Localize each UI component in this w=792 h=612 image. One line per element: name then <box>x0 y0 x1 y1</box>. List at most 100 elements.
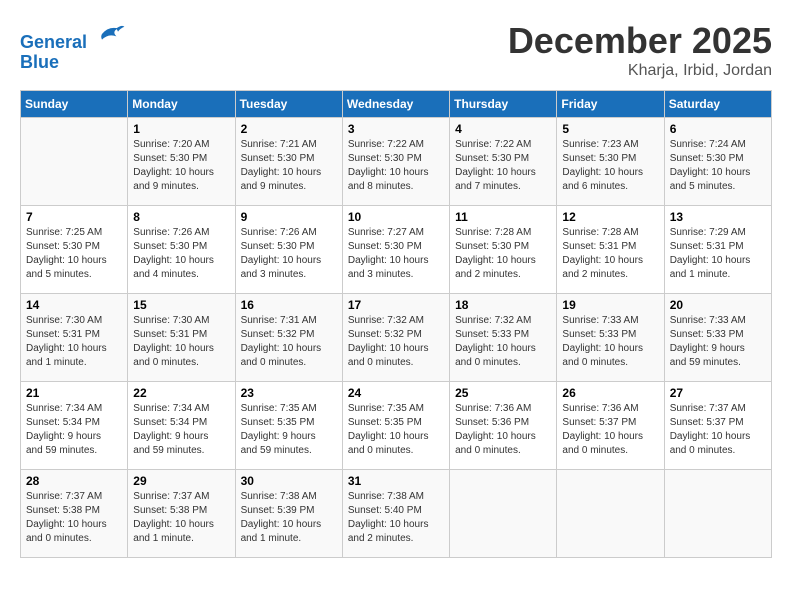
day-number: 14 <box>26 298 122 312</box>
day-info: Sunrise: 7:30 AM Sunset: 5:31 PM Dayligh… <box>26 314 122 370</box>
day-cell: 19 Sunrise: 7:33 AM Sunset: 5:33 PM Dayli… <box>557 294 664 382</box>
day-info: Sunrise: 7:27 AM Sunset: 5:30 PM Dayligh… <box>348 226 444 282</box>
col-header-friday: Friday <box>557 91 664 118</box>
calendar-header-row: SundayMondayTuesdayWednesdayThursdayFrid… <box>21 91 772 118</box>
week-row-1: 1 Sunrise: 7:20 AM Sunset: 5:30 PM Daylig… <box>21 118 772 206</box>
day-info: Sunrise: 7:32 AM Sunset: 5:32 PM Dayligh… <box>348 314 444 370</box>
day-cell: 18 Sunrise: 7:32 AM Sunset: 5:33 PM Dayli… <box>450 294 557 382</box>
logo-bird-icon <box>94 20 126 48</box>
day-number: 23 <box>241 386 337 400</box>
day-number: 8 <box>133 210 229 224</box>
day-cell <box>557 470 664 558</box>
day-number: 6 <box>670 122 766 136</box>
location-subtitle: Kharja, Irbid, Jordan <box>508 62 772 80</box>
day-number: 26 <box>562 386 658 400</box>
day-info: Sunrise: 7:35 AM Sunset: 5:35 PM Dayligh… <box>241 402 337 458</box>
day-cell: 5 Sunrise: 7:23 AM Sunset: 5:30 PM Daylig… <box>557 118 664 206</box>
day-cell: 11Sunrise: 7:28 AM Sunset: 5:30 PM Dayli… <box>450 206 557 294</box>
col-header-saturday: Saturday <box>664 91 771 118</box>
day-number: 19 <box>562 298 658 312</box>
day-number: 22 <box>133 386 229 400</box>
day-number: 4 <box>455 122 551 136</box>
col-header-sunday: Sunday <box>21 91 128 118</box>
day-cell: 27 Sunrise: 7:37 AM Sunset: 5:37 PM Dayli… <box>664 382 771 470</box>
day-cell: 7 Sunrise: 7:25 AM Sunset: 5:30 PM Daylig… <box>21 206 128 294</box>
day-number: 1 <box>133 122 229 136</box>
day-cell: 22Sunrise: 7:34 AM Sunset: 5:34 PM Dayli… <box>128 382 235 470</box>
day-info: Sunrise: 7:37 AM Sunset: 5:38 PM Dayligh… <box>26 490 122 546</box>
day-cell <box>664 470 771 558</box>
day-cell: 6 Sunrise: 7:24 AM Sunset: 5:30 PM Daylig… <box>664 118 771 206</box>
day-cell: 13Sunrise: 7:29 AM Sunset: 5:31 PM Dayli… <box>664 206 771 294</box>
day-info: Sunrise: 7:36 AM Sunset: 5:37 PM Dayligh… <box>562 402 658 458</box>
day-info: Sunrise: 7:32 AM Sunset: 5:33 PM Dayligh… <box>455 314 551 370</box>
day-info: Sunrise: 7:21 AM Sunset: 5:30 PM Dayligh… <box>241 138 337 194</box>
day-number: 2 <box>241 122 337 136</box>
day-cell: 24 Sunrise: 7:35 AM Sunset: 5:35 PM Dayli… <box>342 382 449 470</box>
day-number: 24 <box>348 386 444 400</box>
logo-general: General <box>20 32 87 52</box>
day-info: Sunrise: 7:25 AM Sunset: 5:30 PM Dayligh… <box>26 226 122 282</box>
day-info: Sunrise: 7:35 AM Sunset: 5:35 PM Dayligh… <box>348 402 444 458</box>
day-cell: 3 Sunrise: 7:22 AM Sunset: 5:30 PM Daylig… <box>342 118 449 206</box>
day-cell: 14 Sunrise: 7:30 AM Sunset: 5:31 PM Dayli… <box>21 294 128 382</box>
day-info: Sunrise: 7:23 AM Sunset: 5:30 PM Dayligh… <box>562 138 658 194</box>
col-header-wednesday: Wednesday <box>342 91 449 118</box>
day-number: 28 <box>26 474 122 488</box>
day-cell: 15 Sunrise: 7:30 AM Sunset: 5:31 PM Dayli… <box>128 294 235 382</box>
day-info: Sunrise: 7:37 AM Sunset: 5:38 PM Dayligh… <box>133 490 229 546</box>
day-cell: 21 Sunrise: 7:34 AM Sunset: 5:34 PM Dayli… <box>21 382 128 470</box>
day-cell: 25Sunrise: 7:36 AM Sunset: 5:36 PM Dayli… <box>450 382 557 470</box>
day-info: Sunrise: 7:33 AM Sunset: 5:33 PM Dayligh… <box>562 314 658 370</box>
day-info: Sunrise: 7:38 AM Sunset: 5:39 PM Dayligh… <box>241 490 337 546</box>
day-info: Sunrise: 7:22 AM Sunset: 5:30 PM Dayligh… <box>348 138 444 194</box>
week-row-5: 28 Sunrise: 7:37 AM Sunset: 5:38 PM Dayli… <box>21 470 772 558</box>
day-number: 17 <box>348 298 444 312</box>
day-info: Sunrise: 7:30 AM Sunset: 5:31 PM Dayligh… <box>133 314 229 370</box>
day-number: 18 <box>455 298 551 312</box>
day-info: Sunrise: 7:28 AM Sunset: 5:31 PM Dayligh… <box>562 226 658 282</box>
day-cell: 28 Sunrise: 7:37 AM Sunset: 5:38 PM Dayli… <box>21 470 128 558</box>
day-cell: 2 Sunrise: 7:21 AM Sunset: 5:30 PM Daylig… <box>235 118 342 206</box>
day-info: Sunrise: 7:28 AM Sunset: 5:30 PM Dayligh… <box>455 226 551 282</box>
day-info: Sunrise: 7:22 AM Sunset: 5:30 PM Dayligh… <box>455 138 551 194</box>
calendar-table: SundayMondayTuesdayWednesdayThursdayFrid… <box>20 90 772 558</box>
day-cell: 10 Sunrise: 7:27 AM Sunset: 5:30 PM Dayli… <box>342 206 449 294</box>
day-number: 3 <box>348 122 444 136</box>
day-info: Sunrise: 7:36 AM Sunset: 5:36 PM Dayligh… <box>455 402 551 458</box>
day-number: 27 <box>670 386 766 400</box>
page-header: General Blue December 2025 Kharja, Irbid… <box>20 20 772 80</box>
day-cell <box>450 470 557 558</box>
logo-blue: Blue <box>20 52 59 72</box>
week-row-2: 7 Sunrise: 7:25 AM Sunset: 5:30 PM Daylig… <box>21 206 772 294</box>
day-number: 5 <box>562 122 658 136</box>
day-number: 30 <box>241 474 337 488</box>
day-cell: 12 Sunrise: 7:28 AM Sunset: 5:31 PM Dayli… <box>557 206 664 294</box>
day-number: 16 <box>241 298 337 312</box>
day-info: Sunrise: 7:37 AM Sunset: 5:37 PM Dayligh… <box>670 402 766 458</box>
month-title: December 2025 <box>508 20 772 62</box>
day-number: 7 <box>26 210 122 224</box>
day-cell: 31Sunrise: 7:38 AM Sunset: 5:40 PM Dayli… <box>342 470 449 558</box>
day-number: 29 <box>133 474 229 488</box>
day-number: 20 <box>670 298 766 312</box>
day-cell: 30 Sunrise: 7:38 AM Sunset: 5:39 PM Dayli… <box>235 470 342 558</box>
day-cell: 9Sunrise: 7:26 AM Sunset: 5:30 PM Daylig… <box>235 206 342 294</box>
day-info: Sunrise: 7:24 AM Sunset: 5:30 PM Dayligh… <box>670 138 766 194</box>
day-info: Sunrise: 7:33 AM Sunset: 5:33 PM Dayligh… <box>670 314 766 370</box>
day-number: 13 <box>670 210 766 224</box>
day-number: 21 <box>26 386 122 400</box>
day-number: 15 <box>133 298 229 312</box>
day-info: Sunrise: 7:26 AM Sunset: 5:30 PM Dayligh… <box>241 226 337 282</box>
day-cell: 29 Sunrise: 7:37 AM Sunset: 5:38 PM Dayli… <box>128 470 235 558</box>
day-number: 10 <box>348 210 444 224</box>
day-info: Sunrise: 7:34 AM Sunset: 5:34 PM Dayligh… <box>26 402 122 458</box>
col-header-tuesday: Tuesday <box>235 91 342 118</box>
day-cell: 16Sunrise: 7:31 AM Sunset: 5:32 PM Dayli… <box>235 294 342 382</box>
day-cell: 17 Sunrise: 7:32 AM Sunset: 5:32 PM Dayli… <box>342 294 449 382</box>
day-info: Sunrise: 7:38 AM Sunset: 5:40 PM Dayligh… <box>348 490 444 546</box>
day-info: Sunrise: 7:20 AM Sunset: 5:30 PM Dayligh… <box>133 138 229 194</box>
day-number: 12 <box>562 210 658 224</box>
day-info: Sunrise: 7:26 AM Sunset: 5:30 PM Dayligh… <box>133 226 229 282</box>
day-cell: 4 Sunrise: 7:22 AM Sunset: 5:30 PM Daylig… <box>450 118 557 206</box>
